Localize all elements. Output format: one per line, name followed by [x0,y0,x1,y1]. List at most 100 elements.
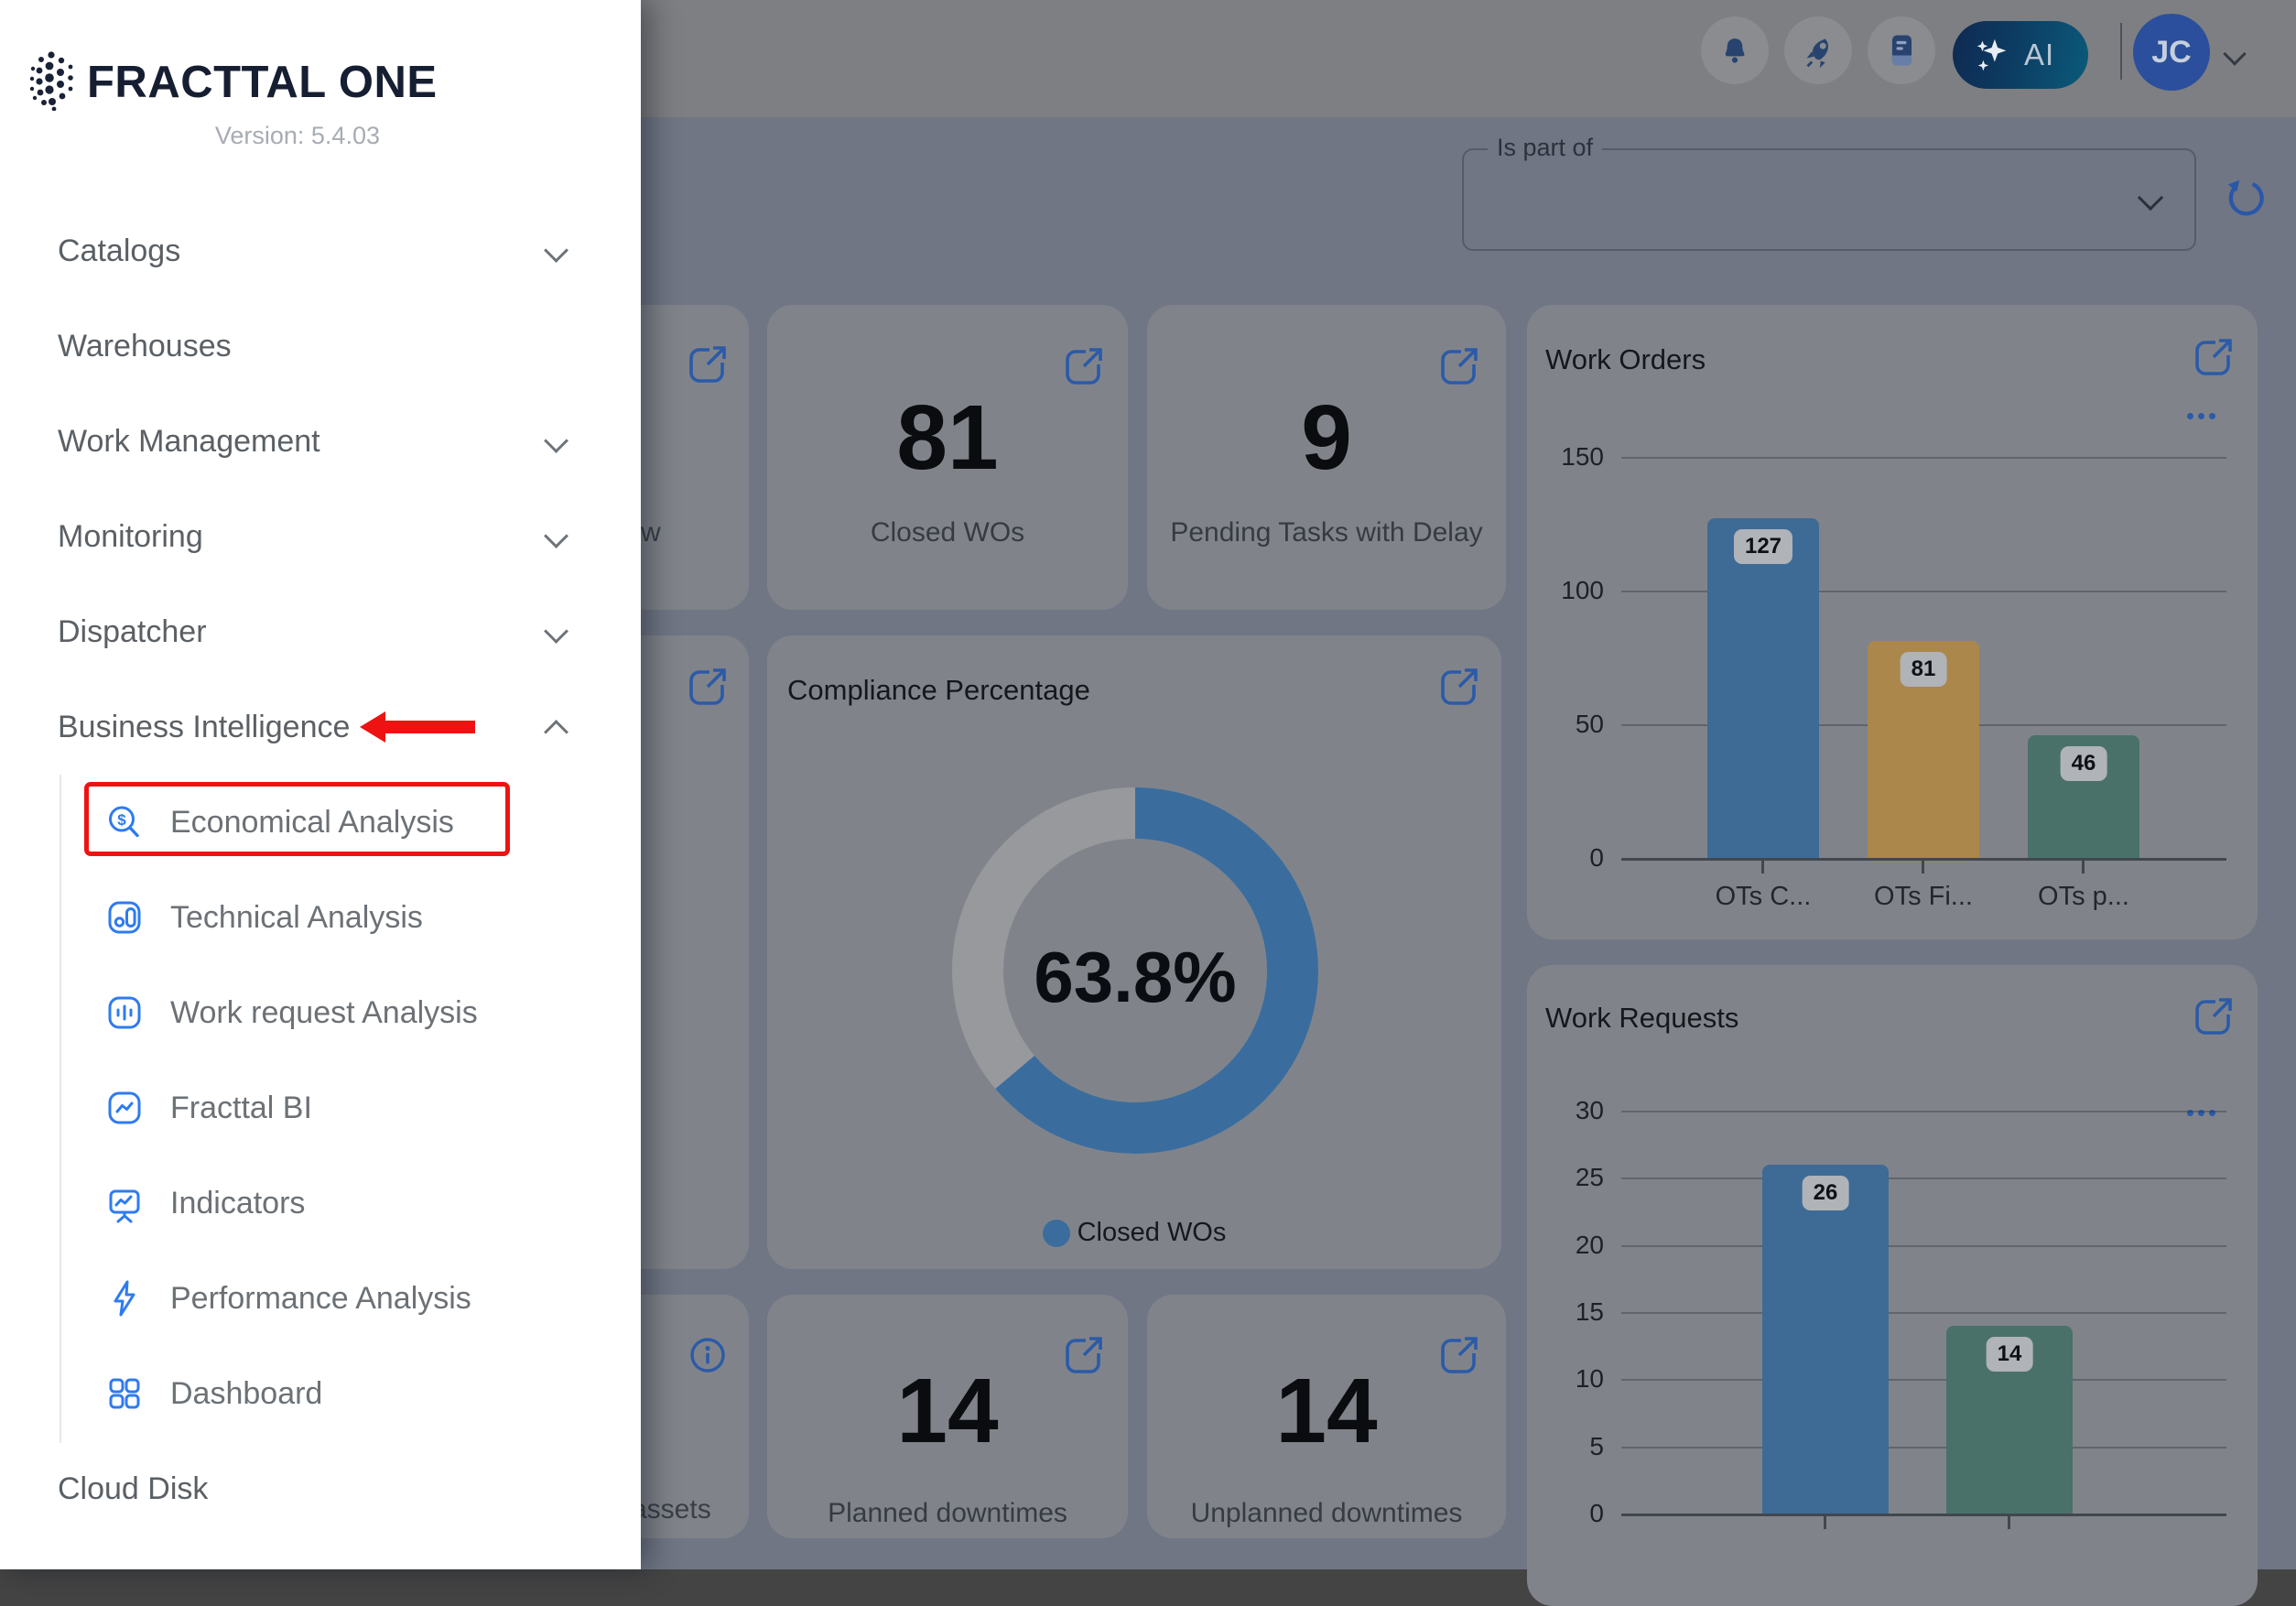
chevron-up-icon [544,720,569,744]
unplanned-downtimes-label: Unplanned downtimes [1147,1498,1506,1529]
x-category-label: OTs C... [1690,882,1836,912]
sidebar-item-business-intelligence[interactable]: Business Intelligence [0,705,641,749]
bar-value-label: 46 [2061,746,2107,781]
work-orders-title: Work Orders [1545,343,1706,376]
sidebar-item-label: Work request Analysis [170,991,478,1035]
pending-tasks-value: 9 [1147,385,1506,491]
x-tick [2082,861,2085,874]
y-tick-label: 10 [1549,1363,1604,1394]
y-tick-label: 5 [1549,1431,1604,1462]
user-avatar[interactable]: JC [2133,14,2210,91]
chevron-down-icon [544,619,569,644]
performance-analysis-icon [104,1278,145,1318]
x-tick [2008,1516,2010,1529]
account-menu-chevron-icon[interactable] [2223,42,2246,65]
info-icon[interactable] [686,1333,730,1377]
pending-tasks-label: Pending Tasks with Delay [1147,517,1506,548]
gridline [1621,457,2226,459]
y-tick-label: 150 [1549,441,1604,472]
open-in-new-icon[interactable] [1062,344,1106,388]
sidebar-item-label: Performance Analysis [170,1276,471,1320]
y-tick-label: 25 [1549,1162,1604,1193]
bar-value-label: 81 [1901,652,1947,687]
bar-work-requests-1: 26 [1762,1165,1889,1514]
sidebar-item-performance-analysis[interactable]: Performance Analysis [0,1276,641,1320]
sidebar-item-label: Fracttal BI [170,1086,312,1130]
fracttal-logo-icon [27,50,75,111]
more-options-icon[interactable] [2182,1104,2215,1121]
work-request-analysis-icon [104,993,145,1033]
partial-label-fragment: w [641,517,661,548]
notifications-button[interactable] [1701,16,1769,84]
documentation-button[interactable] [1868,16,1935,84]
ai-button-label: AI [2024,38,2054,72]
gridline [1621,1447,2226,1449]
sidebar-item-label: Monitoring [58,515,203,559]
more-options-icon[interactable] [2182,407,2215,424]
planned-downtimes-label: Planned downtimes [767,1498,1128,1529]
sidebar-item-label: Warehouses [58,324,232,368]
legend-label: Closed WOs [1078,1218,1227,1248]
bar-ots-closed: 127 [1707,518,1819,858]
bar-work-requests-2: 14 [1946,1326,2073,1514]
legend-dot-icon [1043,1220,1070,1247]
gridline [1621,1379,2226,1381]
annotation-arrow-icon [360,711,385,743]
fracttal-bi-icon [104,1088,145,1128]
sidebar-item-dispatcher[interactable]: Dispatcher [0,610,641,654]
x-axis-line [1621,1514,2226,1516]
sidebar-item-work-request-analysis[interactable]: Work request Analysis [0,991,641,1035]
sidebar-item-label: Catalogs [58,229,180,273]
compliance-card: Compliance Percentage 63.8% Closed WOs [767,635,1501,1269]
is-part-of-label: Is part of [1488,134,1602,162]
work-requests-card: Work Requests 30 25 20 15 10 5 0 26 14 [1527,965,2258,1606]
sidebar-item-indicators[interactable]: Indicators [0,1181,641,1225]
sidebar-item-technical-analysis[interactable]: Technical Analysis [0,895,641,939]
x-tick [1761,861,1764,874]
open-in-new-icon[interactable] [2192,335,2236,379]
gridline [1621,1177,2226,1179]
sidebar-item-warehouses[interactable]: Warehouses [0,324,641,368]
avatar-initials: JC [2151,35,2191,71]
sparkles-icon [1971,34,2013,76]
dashboard-icon [104,1373,145,1414]
work-requests-title: Work Requests [1545,1002,1738,1035]
open-in-new-icon[interactable] [686,665,730,709]
open-in-new-icon[interactable] [686,342,730,386]
unplanned-downtimes-value: 14 [1147,1359,1506,1464]
sidebar-item-catalogs[interactable]: Catalogs [0,229,641,273]
open-in-new-icon[interactable] [1437,344,1481,388]
sidebar-item-fracttal-bi[interactable]: Fracttal BI [0,1086,641,1130]
compliance-percentage-value: 63.8% [861,936,1410,1019]
closed-wos-value: 81 [767,385,1128,491]
rocket-icon [1797,29,1839,71]
x-tick [1922,861,1924,874]
sidebar-item-label: Technical Analysis [170,895,423,939]
compliance-title: Compliance Percentage [787,674,1090,707]
chevron-down-icon [544,238,569,263]
sidebar-item-label: Cloud Disk [58,1467,208,1511]
refresh-history-button[interactable] [2221,173,2270,222]
work-orders-card: Work Orders 150 100 50 0 127 81 46 OTs C… [1527,305,2258,939]
chevron-down-icon [544,429,569,453]
sidebar-item-monitoring[interactable]: Monitoring [0,515,641,559]
y-tick-label: 30 [1549,1095,1604,1126]
gridline [1621,1111,2226,1112]
x-category-label: OTs Fi... [1850,882,1997,912]
sidebar-item-label: Business Intelligence [58,705,350,749]
is-part-of-select[interactable] [1462,148,2196,251]
whats-new-button[interactable] [1784,16,1852,84]
y-tick-label: 0 [1549,1498,1604,1529]
open-in-new-icon[interactable] [2192,994,2236,1038]
sidebar-item-work-management[interactable]: Work Management [0,419,641,463]
sidebar-item-cloud-disk[interactable]: Cloud Disk [0,1467,641,1511]
bar-value-label: 26 [1803,1176,1849,1210]
unplanned-downtimes-card: 14 Unplanned downtimes [1147,1295,1506,1538]
sidebar-item-label: Work Management [58,419,320,463]
sidebar-item-dashboard[interactable]: Dashboard [0,1372,641,1416]
open-in-new-icon[interactable] [1437,665,1481,709]
ai-assistant-button[interactable]: AI [1953,21,2088,89]
sidebar-item-label: Indicators [170,1181,305,1225]
x-tick [1824,1516,1826,1529]
planned-downtimes-card: 14 Planned downtimes [767,1295,1128,1538]
